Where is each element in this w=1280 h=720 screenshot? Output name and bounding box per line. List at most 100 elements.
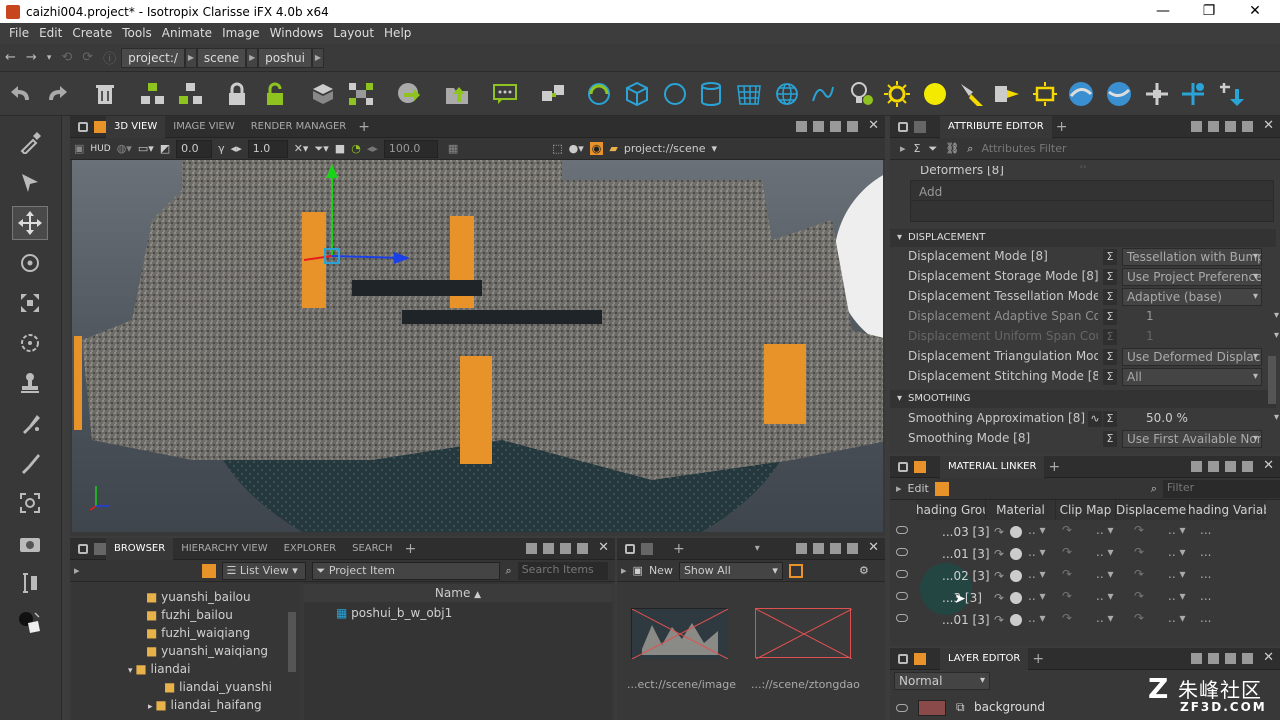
displacement-link-icon[interactable]: ↷ [1134, 611, 1144, 625]
col-clip-map[interactable]: Clip Map [1056, 500, 1116, 520]
delete-icon[interactable] [90, 79, 120, 109]
forward-arrow-icon[interactable]: → [26, 50, 37, 65]
undo-icon[interactable] [6, 79, 36, 109]
material-icon[interactable] [934, 481, 949, 496]
layout-max-icon[interactable] [847, 121, 859, 132]
displacement-link-icon[interactable]: ↷ [1134, 567, 1144, 581]
tab-browser[interactable]: BROWSER [106, 537, 174, 560]
globe-icon[interactable] [772, 79, 802, 109]
visibility-eye-icon[interactable]: ◉ [589, 142, 604, 155]
sigma-icon[interactable]: Σ [1103, 249, 1117, 265]
tools-icon[interactable]: ✕▾ [294, 142, 309, 155]
tab-attribute-editor[interactable]: ATTRIBUTE EDITOR [940, 115, 1052, 138]
link-icon[interactable]: ⛓ [945, 142, 959, 155]
material-sphere-icon[interactable] [1010, 592, 1022, 604]
curve-icon[interactable] [808, 79, 838, 109]
layout-rows-icon[interactable] [813, 543, 825, 554]
sigma-icon[interactable]: Σ [1103, 289, 1117, 305]
export-icon[interactable] [442, 79, 472, 109]
undo-path-icon[interactable]: ⟲ [61, 50, 72, 65]
layout-grid-icon[interactable] [526, 543, 538, 554]
attr-dropdown[interactable]: All [1122, 368, 1262, 386]
path-chevron-icon[interactable]: ▶ [246, 47, 259, 68]
path-segment-scene[interactable]: scene [196, 47, 247, 68]
list-view-dropdown[interactable]: ☰ List View ▾ [221, 561, 306, 580]
ungroup-icon[interactable] [176, 79, 206, 109]
table-row[interactable]: ...3 [3] ➤ ↷.. ▾ ↷.. ▾ ↷.. ▾... [890, 587, 1276, 609]
sigma-icon[interactable]: Σ [1103, 431, 1117, 447]
redo-path-icon[interactable]: ⟳ [82, 50, 93, 65]
displacement-link-icon[interactable]: ↷ [1134, 523, 1144, 537]
minimize-button[interactable]: — [1140, 0, 1186, 23]
show-all-dropdown[interactable]: Show All ▾ [678, 561, 783, 580]
thumbnail-size-icon[interactable] [788, 563, 803, 578]
attr-dropdown[interactable]: Use Deformed Displacem [1122, 348, 1262, 366]
close-panel-icon[interactable]: ✕ [868, 540, 879, 555]
attribute-scrollbar[interactable] [1268, 356, 1276, 404]
blend-mode-dropdown[interactable]: Normal ▾ [894, 672, 990, 690]
tab-image-view[interactable]: IMAGE VIEW [165, 116, 242, 138]
unlock-icon[interactable] [260, 79, 290, 109]
layout-cols-icon[interactable] [830, 121, 842, 132]
layout-max-icon[interactable] [847, 543, 859, 554]
exposure-icon[interactable]: ◩ [160, 142, 170, 155]
light-bulb-icon[interactable] [846, 79, 876, 109]
add-deformer-button[interactable]: Add [911, 181, 1273, 201]
snapshot-icon[interactable]: ▦ [448, 142, 458, 155]
panel-menu-icon[interactable] [94, 542, 106, 555]
eye-icon[interactable] [896, 570, 908, 578]
material-dropdown[interactable]: .. ▾ [1028, 611, 1045, 625]
clip-map-link-icon[interactable]: ↷ [1062, 523, 1072, 537]
spot-light-icon[interactable] [956, 79, 986, 109]
zoom-stepper-icon[interactable]: ◂▸ [367, 142, 378, 155]
layout-grid-icon[interactable] [796, 543, 808, 554]
path-segment-poshui[interactable]: poshui [258, 47, 312, 68]
link-arrow-icon[interactable]: ↷ [994, 569, 1004, 583]
progressive-render-icon[interactable]: ◔ [351, 142, 361, 155]
layout-rows-icon[interactable] [1208, 653, 1220, 664]
pin-icon[interactable]: ▣ [74, 142, 84, 155]
scatterer-icon[interactable] [584, 79, 614, 109]
table-row[interactable]: ...03 [3] ↷ .. ▾ ↷ .. ▾ ↷ .. ▾... [890, 521, 1276, 543]
area-light-icon[interactable] [1030, 79, 1060, 109]
material-dropdown[interactable]: .. ▾ [1028, 567, 1045, 581]
menu-edit[interactable]: Edit [39, 26, 62, 40]
sphere-icon[interactable] [660, 79, 690, 109]
locator-icon[interactable] [1142, 79, 1172, 109]
image-thumbnail-empty[interactable] [755, 608, 853, 660]
menu-file[interactable]: File [9, 26, 29, 40]
hud-toggle[interactable]: HUD [90, 144, 110, 154]
add-tab-icon[interactable]: + [1032, 651, 1044, 667]
table-row[interactable]: ...02 [3] ↷ .. ▾ ↷ .. ▾ ↷ .. ▾... [890, 563, 1276, 615]
context-dropdown-icon[interactable]: ▾ [711, 142, 717, 155]
viewport-canvas[interactable] [72, 160, 883, 532]
deformers-list[interactable]: Add [910, 180, 1274, 222]
link-arrow-icon[interactable]: ↷ [994, 591, 1004, 605]
eyedropper-tool-icon[interactable] [12, 126, 48, 160]
layout-rows-icon[interactable] [543, 543, 555, 554]
displacement-dropdown[interactable]: .. ▾ [1168, 567, 1185, 581]
attr-dropdown[interactable]: Use First Available Norm [1122, 430, 1262, 448]
list-item[interactable]: ▦ poshui_b_w_obj1 [336, 606, 596, 624]
menu-animate[interactable]: Animate [162, 26, 212, 40]
table-row[interactable]: ...01 [3] ↷ .. ▾ ↷ .. ▾ ↷ .. ▾... [890, 609, 1276, 631]
tree-scrollbar[interactable] [288, 612, 296, 672]
panel-menu-icon[interactable] [914, 652, 926, 665]
eye-icon[interactable] [896, 548, 908, 556]
filter-icon[interactable]: ⏷ [928, 142, 937, 156]
rotate-tool-icon[interactable] [12, 246, 48, 280]
tab-render-manager[interactable]: RENDER MANAGER [243, 116, 355, 138]
variable-dropdown[interactable]: ... [1200, 589, 1211, 603]
clip-map-dropdown[interactable]: .. ▾ [1096, 611, 1113, 625]
sigma-icon[interactable]: Σ [1103, 369, 1117, 385]
material-sphere-icon[interactable] [1010, 526, 1022, 538]
layout-max-icon[interactable] [577, 543, 589, 554]
material-dropdown[interactable]: .. ▾ [1028, 589, 1045, 603]
menu-arrow-icon[interactable]: ▸ [74, 564, 80, 577]
display-mode-icon[interactable]: ◍▾ [117, 142, 132, 155]
browser-context-icon[interactable] [201, 563, 216, 578]
layout-rows-icon[interactable] [1208, 121, 1220, 132]
isolate-icon[interactable] [308, 79, 338, 109]
layout-grid-icon[interactable] [796, 121, 808, 132]
layout-grid-icon[interactable] [1191, 653, 1203, 664]
